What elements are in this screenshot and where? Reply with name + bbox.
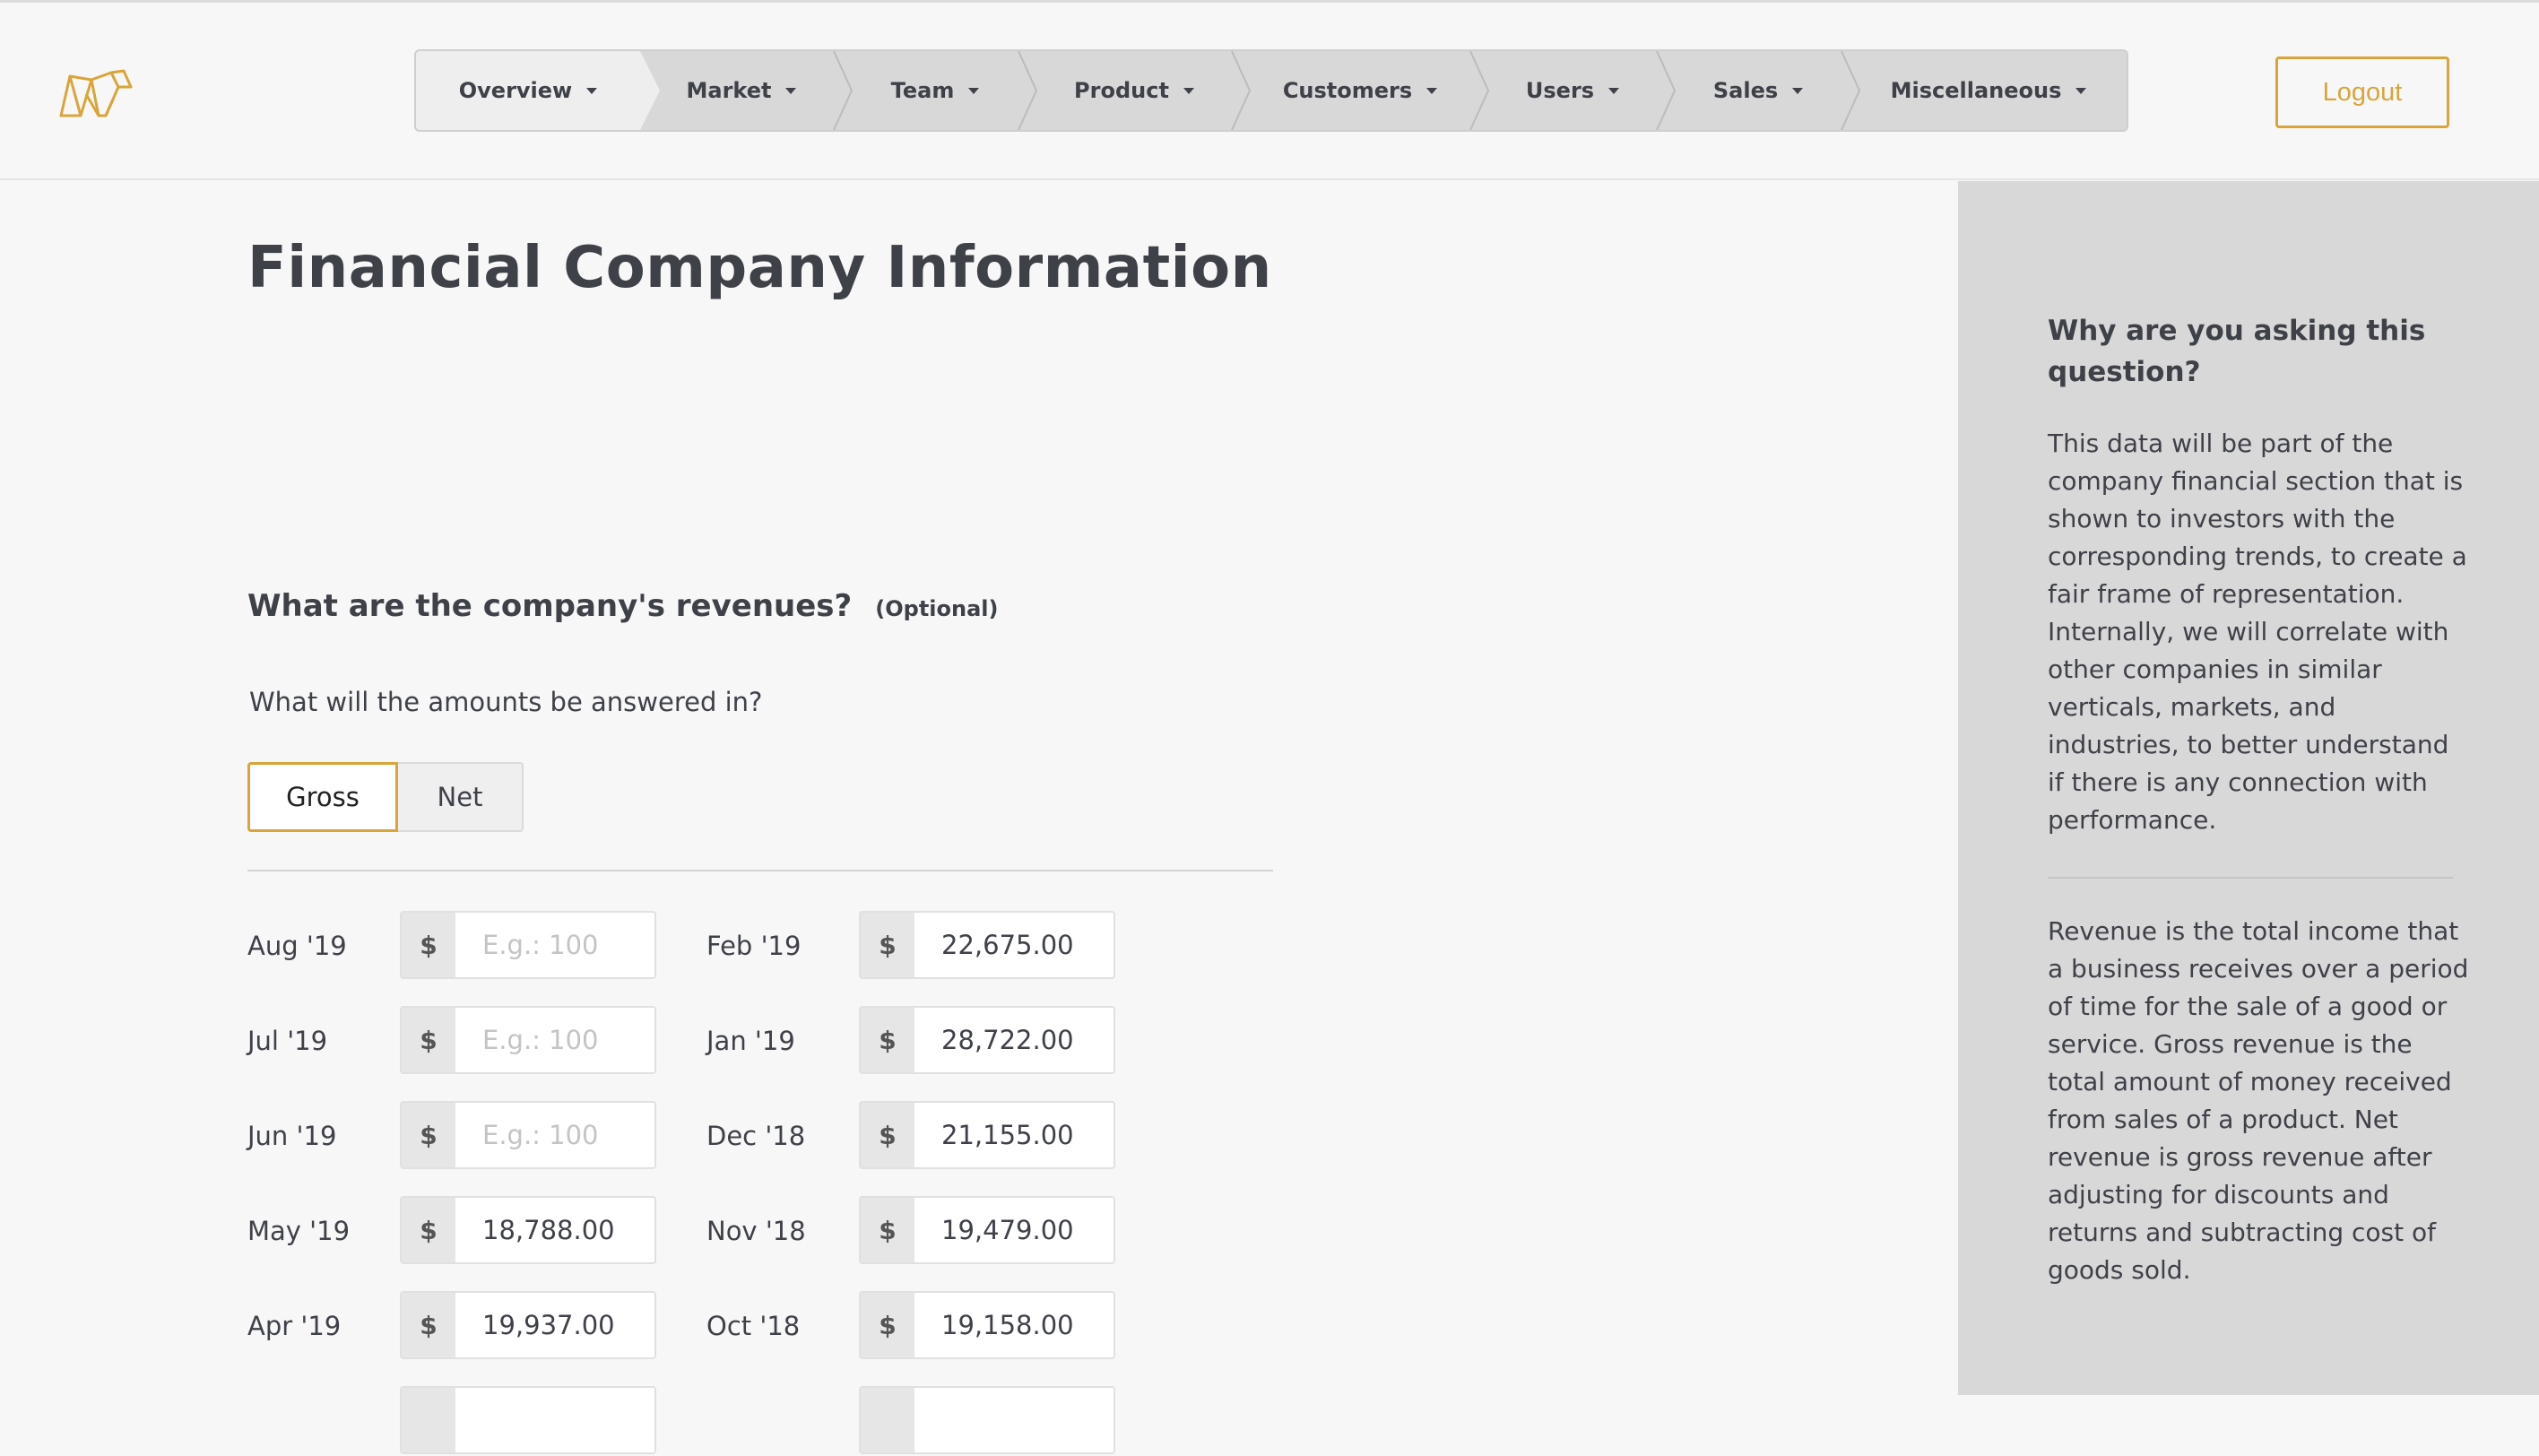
revenue-input-group: $ bbox=[859, 1101, 1115, 1169]
revenue-input-group: $ bbox=[400, 911, 656, 979]
month-label: Jul '19 bbox=[247, 1026, 328, 1056]
nav-item-overview[interactable]: Overview bbox=[416, 51, 660, 130]
currency-addon bbox=[402, 1388, 455, 1452]
currency-addon: $ bbox=[861, 1008, 914, 1072]
nav-label: Users bbox=[1525, 78, 1595, 103]
revenue-input[interactable] bbox=[914, 1388, 1114, 1452]
gross-net-toggle: Gross Net bbox=[247, 762, 524, 832]
optional-badge: (Optional) bbox=[875, 596, 999, 621]
revenue-input-group: $ bbox=[400, 1101, 656, 1169]
nav-label: Customers bbox=[1282, 78, 1413, 103]
month-label: Aug '19 bbox=[247, 931, 347, 961]
revenue-input-group: $ bbox=[859, 1006, 1115, 1074]
section-divider bbox=[247, 870, 1273, 871]
revenue-row: Jul '19 $ Jan '19 $ bbox=[0, 1006, 1255, 1076]
question-title: What are the company's revenues? (Optiona… bbox=[247, 588, 998, 624]
revenue-input-group: $ bbox=[400, 1196, 656, 1264]
currency-addon: $ bbox=[402, 1198, 455, 1262]
sidebar-question: Why are you asking this question? bbox=[2048, 315, 2426, 388]
caret-down-icon bbox=[1608, 87, 1620, 94]
revenue-input-group bbox=[400, 1386, 656, 1454]
caret-down-icon bbox=[586, 87, 598, 94]
nav-label: Product bbox=[1074, 78, 1169, 103]
month-label: Jan '19 bbox=[706, 1026, 795, 1056]
caret-down-icon bbox=[968, 87, 980, 94]
currency-addon: $ bbox=[402, 1293, 455, 1357]
revenue-row: Apr '19 $ Oct '18 $ bbox=[0, 1291, 1255, 1361]
currency-addon bbox=[861, 1388, 914, 1452]
nav-item-sales[interactable]: Sales bbox=[1666, 51, 1850, 130]
caret-down-icon bbox=[1183, 87, 1194, 94]
revenue-input-aug-19[interactable] bbox=[455, 913, 654, 977]
revenue-input-jan-19[interactable] bbox=[914, 1008, 1114, 1072]
month-label: Jun '19 bbox=[247, 1121, 337, 1151]
page-title: Financial Company Information bbox=[247, 235, 1272, 301]
revenue-input-jul-19[interactable] bbox=[455, 1008, 654, 1072]
revenue-row: Jun '19 $ Dec '18 $ bbox=[0, 1101, 1255, 1171]
currency-addon: $ bbox=[402, 913, 455, 977]
currency-addon: $ bbox=[861, 1293, 914, 1357]
question-text: What are the company's revenues? bbox=[247, 588, 853, 624]
nav-label: Sales bbox=[1712, 78, 1779, 103]
month-label: Apr '19 bbox=[247, 1311, 342, 1341]
nav-label: Market bbox=[686, 78, 772, 103]
bull-logo-icon[interactable] bbox=[59, 67, 133, 119]
currency-addon: $ bbox=[402, 1008, 455, 1072]
revenue-input[interactable] bbox=[455, 1388, 654, 1452]
caret-down-icon bbox=[2075, 87, 2087, 94]
revenue-input-oct-18[interactable] bbox=[914, 1293, 1114, 1357]
currency-addon: $ bbox=[861, 913, 914, 977]
revenue-input-group: $ bbox=[400, 1291, 656, 1359]
caret-down-icon bbox=[1426, 87, 1438, 94]
revenue-input-feb-19[interactable] bbox=[914, 913, 1114, 977]
revenue-input-group: $ bbox=[859, 1196, 1115, 1264]
nav-label: Overview bbox=[458, 78, 573, 103]
month-label: Dec '18 bbox=[706, 1121, 806, 1151]
sidebar-divider bbox=[2048, 877, 2453, 879]
caret-down-icon bbox=[1792, 87, 1804, 94]
currency-addon: $ bbox=[861, 1198, 914, 1262]
revenue-input-group: $ bbox=[400, 1006, 656, 1074]
caret-down-icon bbox=[785, 87, 797, 94]
sidebar-explanation: This data will be part of the company fi… bbox=[2048, 429, 2467, 835]
revenue-input-group bbox=[859, 1386, 1115, 1454]
month-label: Feb '19 bbox=[706, 931, 802, 961]
revenue-row: Aug '19 $ Feb '19 $ bbox=[0, 911, 1255, 981]
revenue-input-dec-18[interactable] bbox=[914, 1103, 1114, 1167]
revenue-input-group: $ bbox=[859, 911, 1115, 979]
nav-item-market[interactable]: Market bbox=[640, 51, 843, 130]
nav-label: Miscellaneous bbox=[1890, 78, 2062, 103]
section-nav: Overview Market Team Product Customers U… bbox=[414, 49, 2128, 132]
revenue-input-apr-19[interactable] bbox=[455, 1293, 654, 1357]
month-label: Nov '18 bbox=[706, 1216, 806, 1246]
amount-type-question: What will the amounts be answered in? bbox=[249, 687, 763, 717]
revenue-grid: Aug '19 $ Feb '19 $ Jul '19 $ Jan '19 $ … bbox=[0, 911, 1255, 1454]
revenue-input-nov-18[interactable] bbox=[914, 1198, 1114, 1262]
gross-option-button[interactable]: Gross bbox=[247, 762, 398, 832]
nav-item-product[interactable]: Product bbox=[1027, 51, 1241, 130]
revenue-input-may-19[interactable] bbox=[455, 1198, 654, 1262]
month-label: May '19 bbox=[247, 1216, 351, 1246]
sidebar-definition: Revenue is the total income that a busin… bbox=[2048, 916, 2469, 1285]
month-label: Oct '18 bbox=[706, 1311, 801, 1341]
revenue-row: May '19 $ Nov '18 $ bbox=[0, 1196, 1255, 1266]
nav-item-customers[interactable]: Customers bbox=[1241, 51, 1479, 130]
revenue-input-jun-19[interactable] bbox=[455, 1103, 654, 1167]
currency-addon: $ bbox=[402, 1103, 455, 1167]
logout-button[interactable]: Logout bbox=[2275, 56, 2449, 128]
nav-item-team[interactable]: Team bbox=[843, 51, 1027, 130]
revenue-input-group: $ bbox=[859, 1291, 1115, 1359]
currency-addon: $ bbox=[861, 1103, 914, 1167]
help-sidebar: Why are you asking this question? This d… bbox=[1958, 181, 2539, 1395]
header: Overview Market Team Product Customers U… bbox=[0, 3, 2539, 180]
revenue-row bbox=[0, 1386, 1255, 1456]
nav-label: Team bbox=[890, 78, 955, 103]
nav-item-miscellaneous[interactable]: Miscellaneous bbox=[1850, 51, 2127, 130]
net-option-button[interactable]: Net bbox=[398, 762, 524, 832]
nav-item-users[interactable]: Users bbox=[1479, 51, 1666, 130]
